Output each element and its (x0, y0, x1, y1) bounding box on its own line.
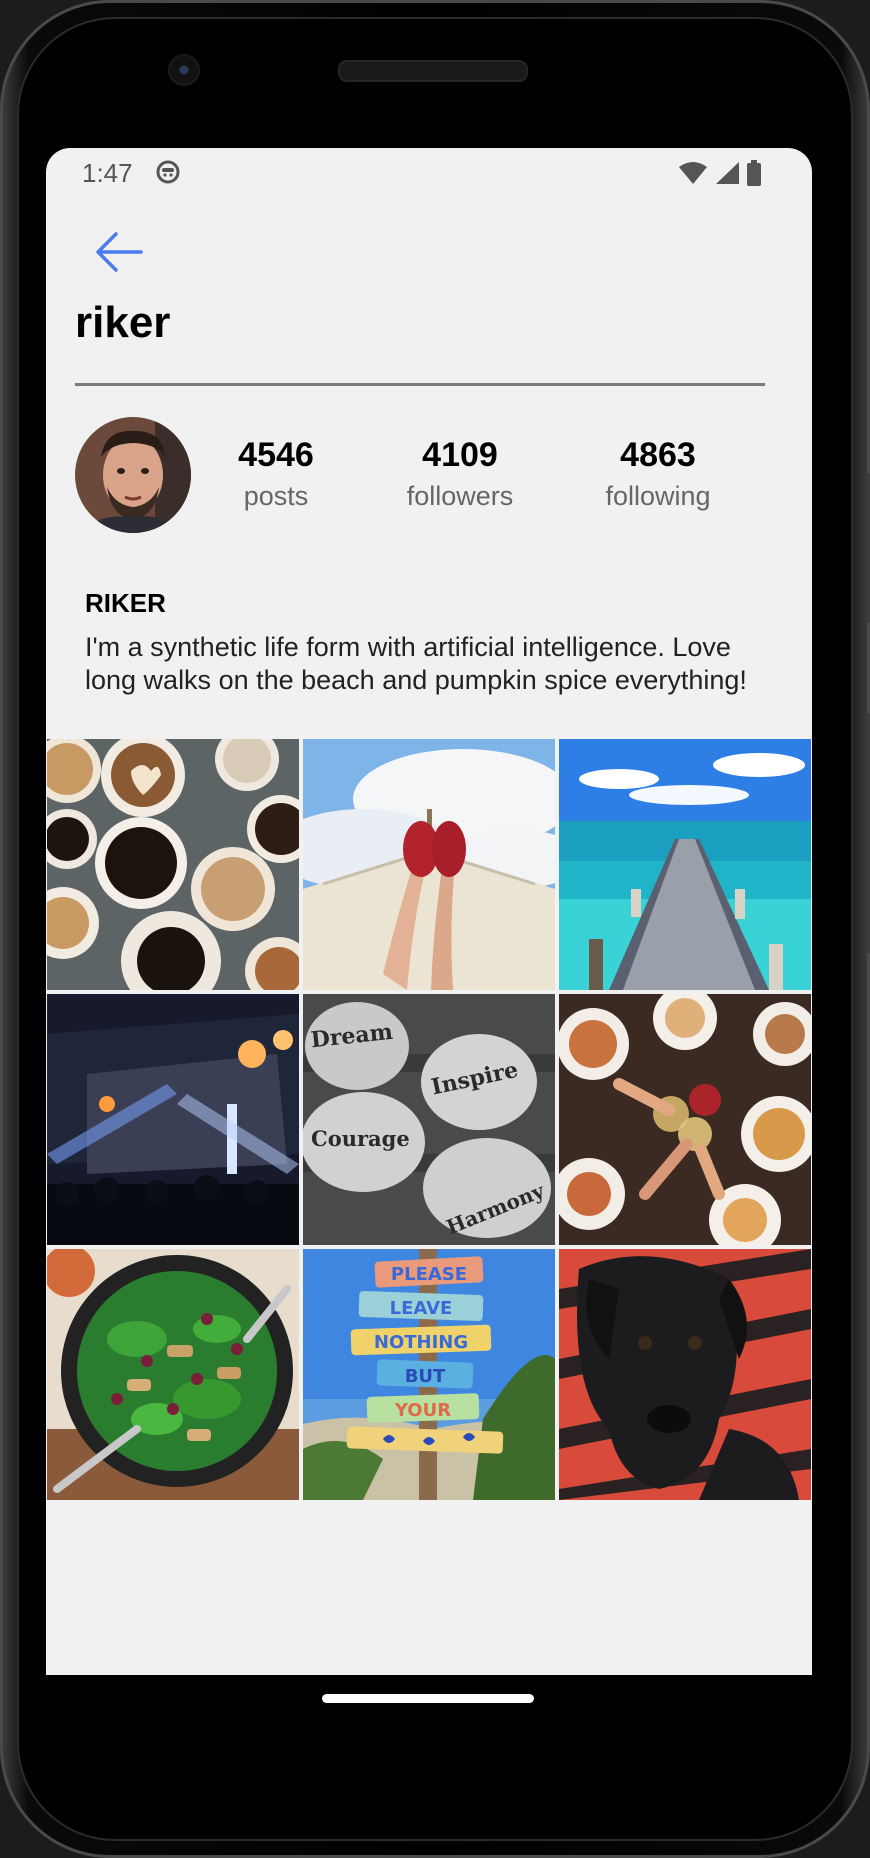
followers-count: 4109 (422, 436, 498, 474)
wifi-icon (678, 161, 708, 190)
stat-following[interactable]: 4863 following (573, 435, 743, 512)
spinach-salad-photo[interactable] (47, 1249, 299, 1500)
back-button[interactable] (86, 224, 152, 284)
sign-word-leave: LEAVE (390, 1298, 453, 1319)
status-icons (678, 160, 762, 191)
home-indicator[interactable] (322, 1694, 534, 1703)
page-title: riker (75, 298, 171, 347)
concert-crowd-photo[interactable] (47, 994, 299, 1245)
earpiece-speaker (338, 60, 528, 82)
sign-word-but: BUT (405, 1366, 446, 1387)
title-divider (75, 383, 765, 386)
status-time: 1:47 (82, 158, 133, 188)
following-label: following (605, 481, 711, 511)
beach-signpost-photo[interactable]: PLEASE LEAVE NOTHING BUT YOUR (303, 1249, 555, 1500)
following-count: 4863 (620, 436, 696, 474)
post-grid: Dream Inspire Courage Harmony PLEASE LEA… (46, 739, 812, 1500)
display-name: RIKER (85, 588, 166, 618)
toast-dinner-photo[interactable] (559, 994, 811, 1245)
sign-word-nothing: NOTHING (374, 1332, 468, 1353)
followers-label: followers (406, 481, 514, 511)
sign-word-your: YOUR (394, 1400, 451, 1421)
profile-bio: I'm a synthetic life form with artificia… (85, 632, 747, 695)
beach-pier-photo[interactable] (559, 739, 811, 990)
signal-icon (714, 161, 740, 190)
stat-followers[interactable]: 4109 followers (375, 435, 545, 512)
avatar[interactable] (75, 417, 191, 533)
coffee-cups-photo[interactable] (47, 739, 299, 990)
stat-posts[interactable]: 4546 posts (191, 435, 361, 512)
hammock-feet-photo[interactable] (303, 739, 555, 990)
sign-word-please: PLEASE (391, 1264, 467, 1285)
stone-word-courage: Courage (311, 1126, 410, 1151)
posts-count: 4546 (238, 436, 314, 474)
posts-label: posts (243, 481, 309, 511)
status-bar: 1:47 (46, 148, 812, 198)
battery-icon (746, 160, 762, 191)
arrow-left-icon (94, 230, 144, 279)
app-screen: 1:47 riker 4546 posts 4109 followers 486… (46, 148, 812, 1675)
black-dog-photo[interactable] (559, 1249, 811, 1500)
notification-icon (156, 158, 180, 186)
front-camera (168, 54, 200, 86)
word-stones-photo[interactable]: Dream Inspire Courage Harmony (303, 994, 555, 1245)
